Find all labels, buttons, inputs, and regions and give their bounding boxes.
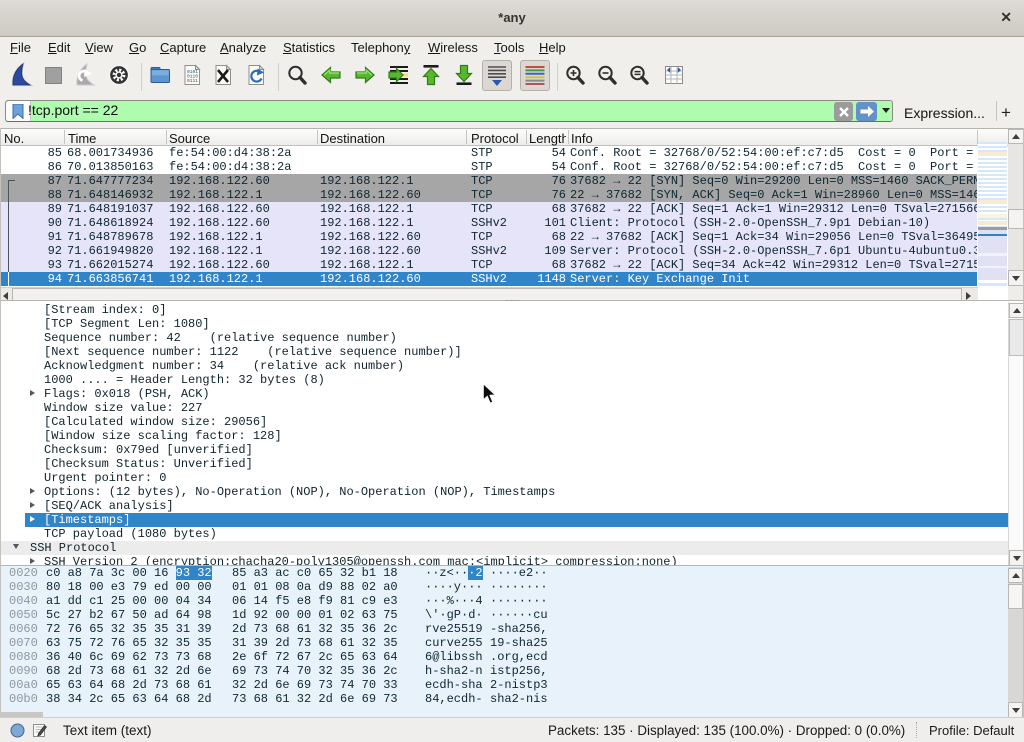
svg-text:0111: 0111 <box>187 78 198 84</box>
